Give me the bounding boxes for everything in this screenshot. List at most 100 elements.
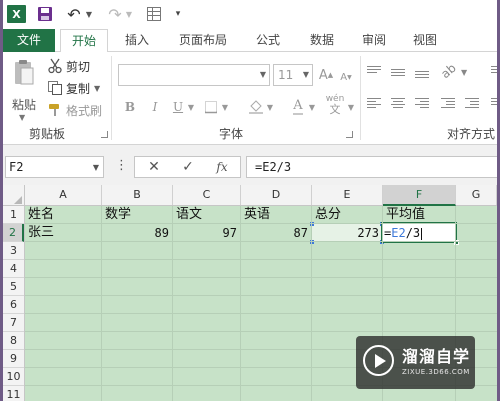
orientation-button[interactable]: ab bbox=[438, 61, 459, 82]
formula-input[interactable]: =E2/3 bbox=[246, 156, 497, 178]
paint-bucket-icon bbox=[249, 100, 263, 114]
row-header-8[interactable]: 8 bbox=[3, 332, 24, 350]
group-divider bbox=[360, 56, 361, 140]
align-right-button[interactable] bbox=[415, 96, 433, 114]
tab-view[interactable]: 视图 bbox=[405, 29, 445, 52]
align-center-button[interactable] bbox=[391, 96, 409, 114]
undo-dropdown[interactable]: ▼ bbox=[85, 5, 93, 23]
borders-button[interactable] bbox=[203, 97, 219, 117]
align-top-button[interactable] bbox=[367, 64, 385, 82]
copy-button[interactable]: 复制 ▼ bbox=[47, 79, 100, 97]
row-header-3[interactable]: 3 bbox=[3, 242, 24, 260]
decrease-indent-button[interactable] bbox=[441, 96, 459, 114]
align-left-button[interactable] bbox=[367, 96, 385, 114]
align-middle-button[interactable] bbox=[391, 64, 409, 82]
gridline bbox=[25, 277, 497, 278]
copy-label: 复制 bbox=[66, 81, 91, 96]
cell-e2[interactable]: 273 bbox=[312, 224, 379, 242]
gridline bbox=[25, 259, 497, 260]
tab-formulas[interactable]: 公式 bbox=[247, 29, 289, 52]
name-box[interactable]: F2 ▼ bbox=[5, 156, 104, 178]
clipboard-group-label: 剪贴板 bbox=[29, 127, 66, 141]
cell-a2[interactable]: 张三 bbox=[25, 224, 102, 242]
row-header-9[interactable]: 9 bbox=[3, 350, 24, 368]
row-header-7[interactable]: 7 bbox=[3, 314, 24, 332]
column-header-f[interactable]: F bbox=[383, 185, 456, 206]
phonetic-guide-button[interactable]: wén 文 bbox=[325, 94, 345, 115]
save-button[interactable] bbox=[37, 5, 53, 23]
watermark-title: 溜溜自学 bbox=[402, 347, 471, 366]
row-header-4[interactable]: 4 bbox=[3, 260, 24, 278]
merge-center-button[interactable] bbox=[491, 96, 497, 114]
column-header-d[interactable]: D bbox=[241, 185, 312, 205]
form-button[interactable] bbox=[146, 5, 162, 23]
confirm-entry-button[interactable]: ✓ bbox=[176, 158, 200, 176]
phonetic-guide-dropdown[interactable]: ▼ bbox=[347, 97, 355, 117]
chevron-down-icon: ▼ bbox=[259, 70, 266, 79]
fill-color-dropdown[interactable]: ▼ bbox=[266, 97, 274, 117]
column-header-e[interactable]: E bbox=[312, 185, 383, 205]
row-header-2[interactable]: 2 bbox=[3, 224, 24, 242]
copy-icon bbox=[47, 80, 63, 96]
formula-buttons: ✕ ✓ fx bbox=[134, 156, 241, 178]
row-header-5[interactable]: 5 bbox=[3, 278, 24, 296]
font-color-button[interactable]: A bbox=[290, 97, 306, 117]
cell-a1[interactable]: 姓名 bbox=[25, 206, 102, 224]
cell-d2[interactable]: 87 bbox=[241, 224, 308, 242]
tab-page-layout[interactable]: 页面布局 bbox=[171, 29, 235, 52]
cell-d1[interactable]: 英语 bbox=[241, 206, 312, 224]
select-all-button[interactable] bbox=[3, 185, 25, 206]
cell-f1[interactable]: 平均值 bbox=[383, 206, 456, 224]
redo-button[interactable]: ↷ bbox=[107, 4, 123, 24]
close-icon: ✕ bbox=[148, 159, 160, 175]
tab-data[interactable]: 数据 bbox=[301, 29, 343, 52]
excel-window: X ↶ ▼ ↷ ▼ ▾ 文件 开始 插入 页面布局 公式 数据 审阅 视图 粘贴… bbox=[3, 0, 497, 401]
format-painter-label: 格式刷 bbox=[66, 103, 103, 118]
tab-review[interactable]: 审阅 bbox=[353, 29, 395, 52]
column-header-a[interactable]: A bbox=[25, 185, 102, 205]
cell-c2[interactable]: 97 bbox=[173, 224, 237, 242]
increase-font-size-button[interactable]: A ▲ bbox=[318, 65, 334, 85]
insert-function-button[interactable]: fx bbox=[210, 158, 234, 176]
column-header-b[interactable]: B bbox=[102, 185, 173, 205]
bold-button[interactable]: B bbox=[123, 97, 137, 117]
column-header-c[interactable]: C bbox=[173, 185, 241, 205]
row-header-1[interactable]: 1 bbox=[3, 206, 24, 224]
row-header-6[interactable]: 6 bbox=[3, 296, 24, 314]
font-launcher[interactable] bbox=[346, 131, 353, 138]
decrease-font-size-button[interactable]: A ▼ bbox=[339, 67, 353, 87]
font-name-combo[interactable]: ▼ bbox=[118, 64, 270, 86]
font-color-dropdown[interactable]: ▼ bbox=[308, 97, 316, 117]
redo-icon: ↷ bbox=[108, 4, 122, 24]
column-header-g[interactable]: G bbox=[456, 185, 497, 205]
tab-insert[interactable]: 插入 bbox=[115, 29, 159, 52]
underline-button[interactable]: U bbox=[171, 97, 185, 117]
wrap-text-button[interactable] bbox=[491, 64, 497, 82]
clipboard-launcher[interactable] bbox=[101, 131, 108, 138]
customize-toolbar-button[interactable]: ▾ bbox=[173, 5, 183, 23]
vertical-dots-icon[interactable]: ⋮ bbox=[115, 158, 128, 174]
row-header-10[interactable]: 10 bbox=[3, 368, 24, 386]
tab-file[interactable]: 文件 bbox=[3, 29, 55, 52]
increase-indent-button[interactable] bbox=[465, 96, 483, 114]
cell-c1[interactable]: 语文 bbox=[173, 206, 241, 224]
fill-color-button[interactable] bbox=[248, 97, 264, 117]
align-bottom-button[interactable] bbox=[415, 64, 433, 82]
undo-button[interactable]: ↶ bbox=[66, 5, 82, 24]
format-painter-button[interactable]: 格式刷 bbox=[47, 101, 102, 119]
cancel-entry-button[interactable]: ✕ bbox=[142, 158, 166, 176]
row-header-11[interactable]: 11 bbox=[3, 386, 24, 401]
underline-dropdown[interactable]: ▼ bbox=[187, 97, 195, 117]
borders-dropdown[interactable]: ▼ bbox=[221, 97, 229, 117]
scissors-icon bbox=[47, 58, 63, 74]
tab-home[interactable]: 开始 bbox=[60, 29, 108, 53]
redo-dropdown[interactable]: ▼ bbox=[125, 5, 133, 23]
cell-b2[interactable]: 89 bbox=[102, 224, 169, 242]
edit-suffix: /3 bbox=[405, 226, 421, 240]
italic-button[interactable]: I bbox=[148, 97, 162, 117]
font-size-combo[interactable]: 11 ▼ bbox=[273, 64, 313, 86]
paste-button[interactable]: 粘贴 ▼ bbox=[9, 58, 39, 122]
cut-button[interactable]: 剪切 bbox=[47, 57, 90, 75]
cell-b1[interactable]: 数学 bbox=[102, 206, 173, 224]
cell-e1[interactable]: 总分 bbox=[312, 206, 383, 224]
